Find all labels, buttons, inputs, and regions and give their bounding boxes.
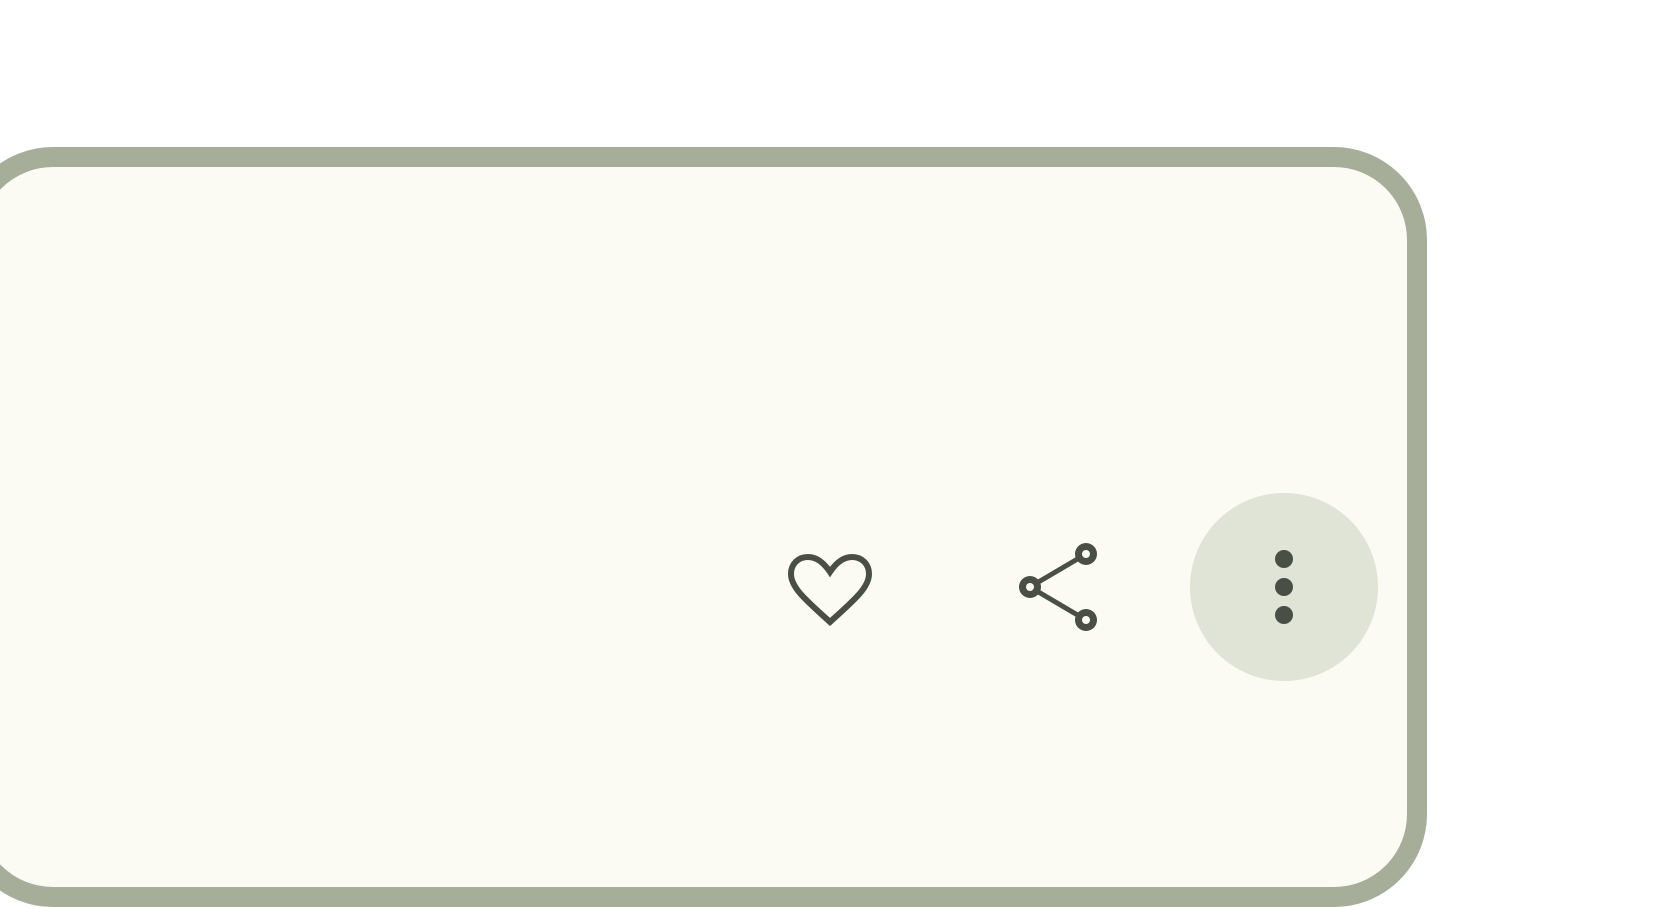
favorite-button[interactable] <box>736 494 924 682</box>
heart-outline-icon <box>736 494 924 682</box>
more-options-button[interactable] <box>1190 493 1378 681</box>
share-icon <box>964 494 1152 682</box>
more-vertical-icon <box>1190 493 1378 681</box>
share-button[interactable] <box>964 494 1152 682</box>
